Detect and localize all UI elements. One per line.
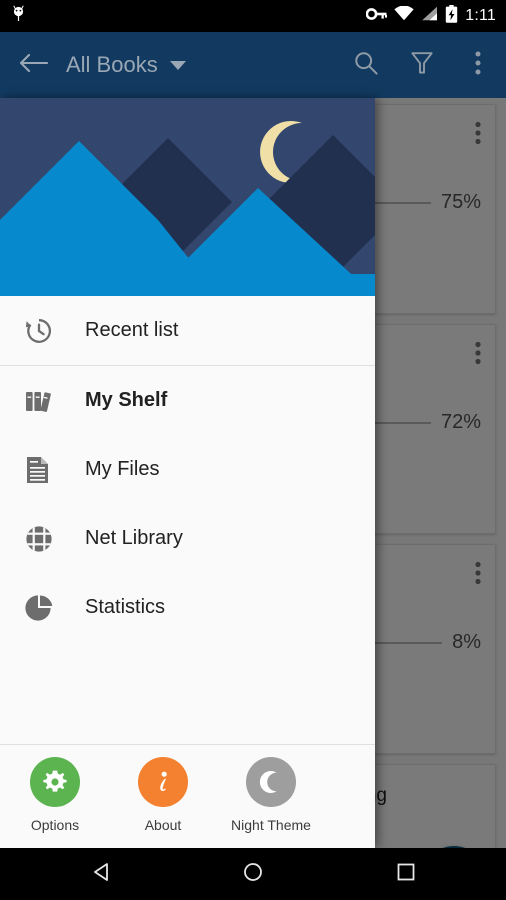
night-scene-illustration — [0, 98, 375, 296]
back-arrow-icon — [18, 51, 48, 80]
app-screen: 1:11 All Books — [0, 0, 506, 900]
sidebar-item-my-files[interactable]: My Files — [0, 435, 375, 504]
sidebar-item-my-shelf[interactable]: My Shelf — [0, 366, 375, 435]
sidebar-item-label: Recent list — [85, 319, 178, 342]
cell-signal-icon — [421, 6, 438, 26]
sidebar-item-statistics[interactable]: Statistics — [0, 573, 375, 642]
globe-grid-icon — [24, 524, 64, 554]
triangle-left-icon — [91, 861, 113, 888]
status-bar-left-icons — [0, 5, 27, 28]
vpn-key-icon — [366, 7, 387, 26]
drawer-footer: Options About Night Theme — [0, 744, 375, 848]
search-button[interactable] — [338, 32, 394, 98]
status-bar: 1:11 — [0, 0, 506, 32]
status-bar-clock: 1:11 — [465, 7, 496, 25]
options-button[interactable]: Options — [22, 757, 88, 833]
overflow-menu-button[interactable] — [450, 32, 506, 98]
books-icon — [24, 387, 64, 415]
document-icon — [24, 455, 64, 485]
app-bar-actions — [338, 32, 506, 98]
about-button[interactable]: About — [130, 757, 196, 833]
sidebar-item-label: Net Library — [85, 527, 183, 550]
circle-icon — [242, 861, 264, 888]
drawer-header-image — [0, 98, 375, 296]
nav-home-button[interactable] — [223, 848, 283, 900]
android-robot-icon — [10, 5, 27, 28]
drawer-menu: Recent list My Shelf — [0, 296, 375, 744]
history-icon — [24, 316, 64, 346]
battery-charging-icon — [445, 5, 458, 28]
overflow-menu-icon — [475, 50, 481, 81]
chevron-down-icon — [170, 61, 186, 70]
app-bar-title-group[interactable]: All Books — [66, 52, 186, 78]
sidebar-item-label: My Files — [85, 458, 159, 481]
nav-back-button[interactable] — [72, 848, 132, 900]
night-theme-button[interactable]: Night Theme — [238, 757, 304, 833]
filter-icon — [410, 50, 434, 81]
page-title: All Books — [66, 52, 158, 78]
night-theme-label: Night Theme — [231, 817, 311, 833]
status-bar-right-icons: 1:11 — [366, 5, 506, 28]
about-label: About — [145, 817, 182, 833]
nav-recents-button[interactable] — [376, 848, 436, 900]
app-bar: All Books — [0, 32, 506, 98]
square-icon — [395, 861, 417, 888]
sidebar-item-recent-list[interactable]: Recent list — [0, 296, 375, 365]
filter-button[interactable] — [394, 32, 450, 98]
android-nav-bar — [0, 848, 506, 900]
search-icon — [353, 50, 379, 81]
drawer-back-button[interactable] — [0, 51, 66, 80]
info-icon — [138, 757, 188, 807]
options-label: Options — [31, 817, 79, 833]
gear-icon — [30, 757, 80, 807]
sidebar-item-label: Statistics — [85, 596, 165, 619]
sidebar-item-net-library[interactable]: Net Library — [0, 504, 375, 573]
wifi-icon — [394, 6, 414, 26]
moon-icon — [246, 757, 296, 807]
pie-chart-icon — [24, 593, 64, 623]
sidebar-item-label: My Shelf — [85, 389, 167, 412]
navigation-drawer: Recent list My Shelf — [0, 98, 375, 848]
